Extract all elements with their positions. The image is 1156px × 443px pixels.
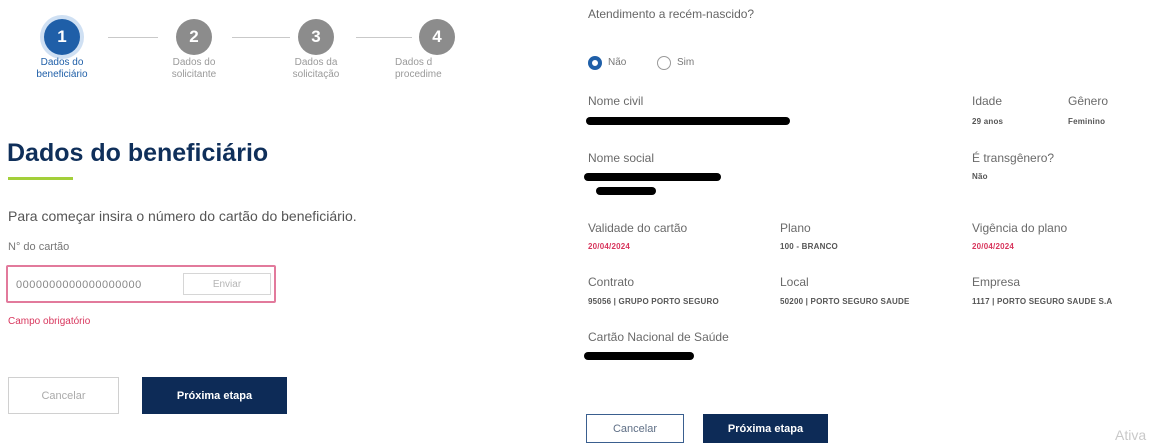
plan-value: 100 - BRANCO xyxy=(780,242,838,251)
step-connector xyxy=(232,37,290,38)
step-4-label: Dados d procedime xyxy=(395,57,442,80)
intro-text: Para começar insira o número do cartão d… xyxy=(8,208,357,224)
gender-value: Feminino xyxy=(1068,117,1106,126)
age-label: Idade xyxy=(972,94,1003,108)
activation-watermark: Ativa xyxy=(1115,427,1147,443)
title-underline xyxy=(8,177,73,180)
card-number-input[interactable] xyxy=(16,276,181,294)
location-label: Local xyxy=(780,275,809,289)
page-title: Dados do beneficiário xyxy=(7,139,269,167)
next-step-button[interactable]: Próxima etapa xyxy=(142,377,287,414)
gender-label: Gênero xyxy=(1068,94,1109,108)
newborn-question: Atendimento a recém-nascido? xyxy=(588,7,755,21)
contract-value: 95056 | GRUPO PORTO SEGURO xyxy=(588,297,719,306)
card-number-field: Enviar xyxy=(6,265,276,303)
radio-no[interactable] xyxy=(588,56,602,70)
step-3-label: Dados da solicitação xyxy=(292,57,340,80)
details-cancel-button[interactable]: Cancelar xyxy=(586,414,684,443)
radio-yes-label: Sim xyxy=(677,57,695,68)
social-name-redaction xyxy=(596,187,656,195)
transgender-value: Não xyxy=(972,172,988,181)
step-3-circle[interactable]: 3 xyxy=(298,19,334,55)
step-2-circle[interactable]: 2 xyxy=(176,19,212,55)
transgender-label: É transgênero? xyxy=(972,151,1055,165)
step-2-label: Dados do solicitante xyxy=(171,57,217,80)
card-number-label: N° do cartão xyxy=(8,241,70,253)
company-label: Empresa xyxy=(972,275,1021,289)
cancel-button[interactable]: Cancelar xyxy=(8,377,119,414)
step-1-circle[interactable]: 1 xyxy=(44,19,80,55)
contract-label: Contrato xyxy=(588,275,635,289)
location-value: 50200 | PORTO SEGURO SAUDE xyxy=(780,297,910,306)
sus-card-redaction xyxy=(584,352,694,360)
step-connector xyxy=(356,37,412,38)
age-value: 29 anos xyxy=(972,117,1004,126)
company-value: 1117 | PORTO SEGURO SAUDE S.A xyxy=(972,297,1113,306)
civil-name-redaction xyxy=(586,117,790,125)
social-name-redaction xyxy=(584,173,721,181)
radio-no-label: Não xyxy=(608,57,627,68)
civil-name-label: Nome civil xyxy=(588,94,644,108)
plan-term-label: Vigência do plano xyxy=(972,221,1068,235)
radio-yes[interactable] xyxy=(657,56,671,70)
card-validity-label: Validade do cartão xyxy=(588,221,688,235)
plan-term-value: 20/04/2024 xyxy=(972,242,1015,251)
step-4-circle[interactable]: 4 xyxy=(419,19,455,55)
social-name-label: Nome social xyxy=(588,151,655,165)
plan-label: Plano xyxy=(780,221,811,235)
required-field-error: Campo obrigatório xyxy=(8,316,91,327)
step-connector xyxy=(108,37,158,38)
step-1-label: Dados do beneficiário xyxy=(36,57,88,80)
sus-card-label: Cartão Nacional de Saúde xyxy=(588,330,729,344)
send-button[interactable]: Enviar xyxy=(183,273,271,295)
card-validity-value: 20/04/2024 xyxy=(588,242,631,251)
details-next-step-button[interactable]: Próxima etapa xyxy=(703,414,828,443)
